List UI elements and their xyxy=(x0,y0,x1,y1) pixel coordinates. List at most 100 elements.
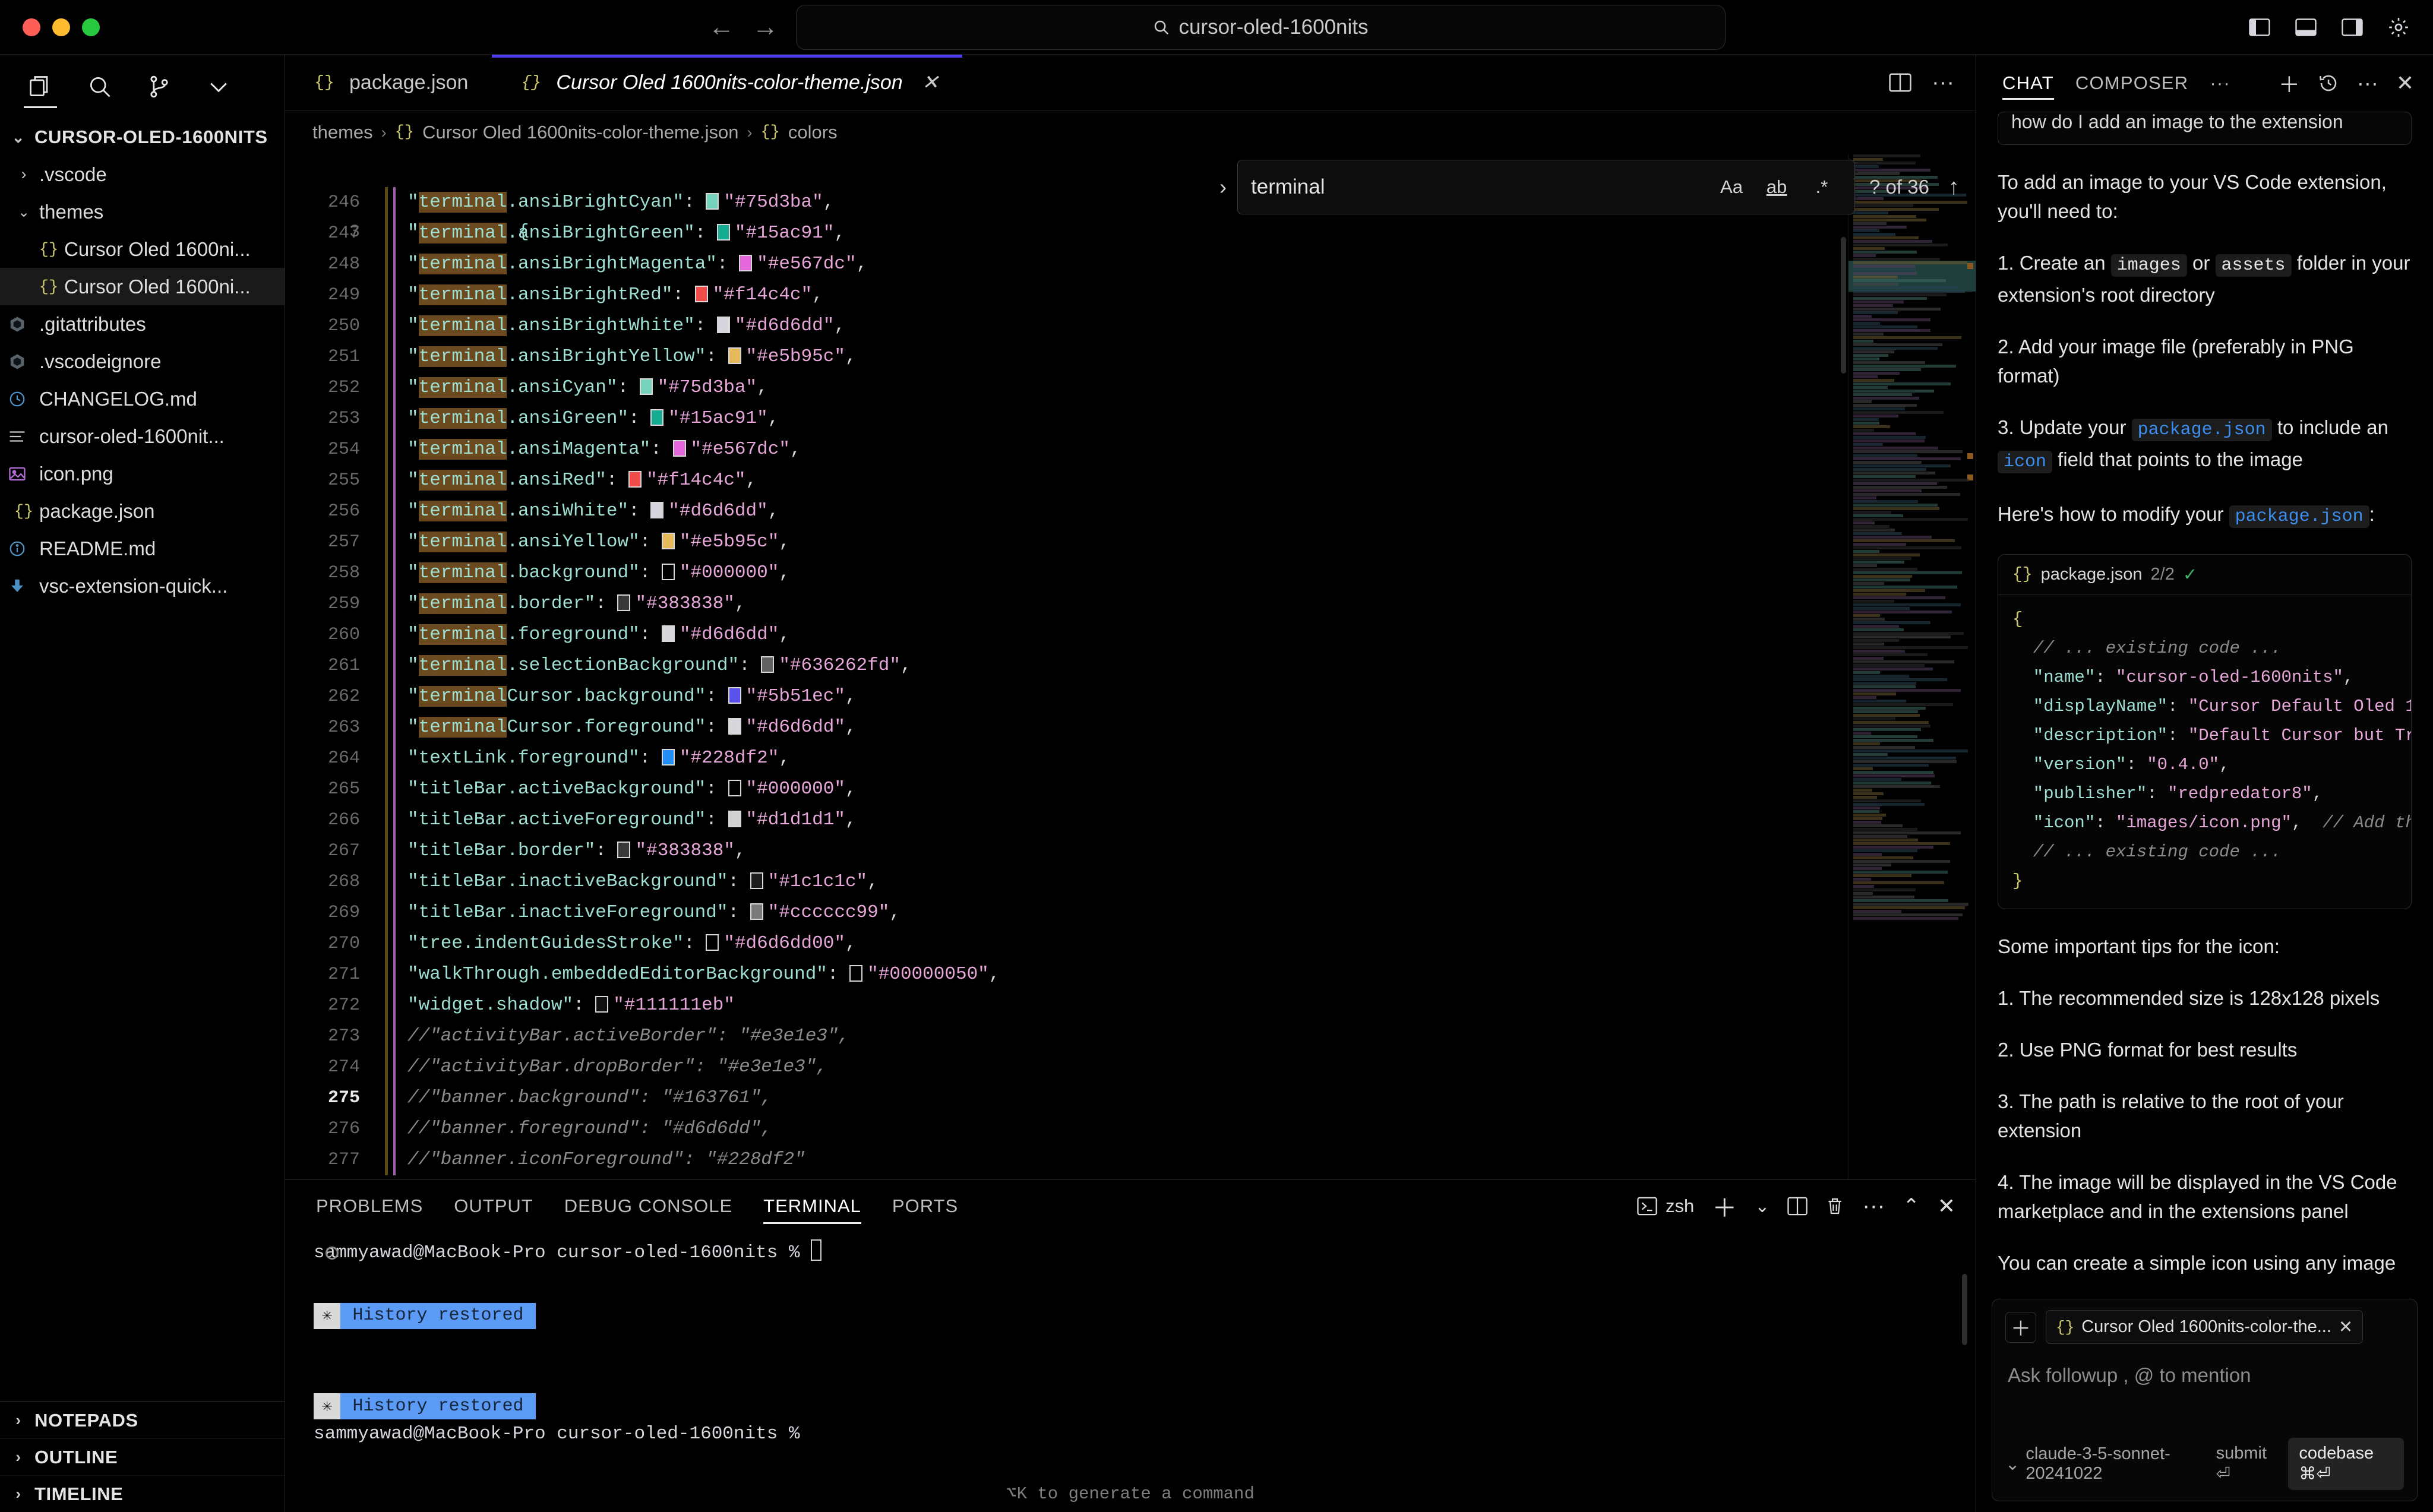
file-tree-item[interactable]: cursor-oled-1600nit... xyxy=(0,417,285,455)
file-tree-item[interactable]: {}Cursor Oled 1600ni... xyxy=(0,230,285,268)
new-chat-icon[interactable]: ＋ xyxy=(2279,68,2300,99)
quick-open-value: cursor-oled-1600nits xyxy=(1178,15,1368,39)
sidebar-item-search[interactable] xyxy=(70,57,129,116)
more-actions-icon[interactable]: ··· xyxy=(1932,77,1954,88)
tab-chat[interactable]: CHAT xyxy=(2002,55,2054,112)
close-icon[interactable]: ✕ xyxy=(2339,1317,2353,1337)
toggle-panel-icon[interactable] xyxy=(2292,15,2320,39)
breadcrumb-folder[interactable]: themes xyxy=(312,122,373,143)
file-tree-item[interactable]: CHANGELOG.md xyxy=(0,380,285,417)
navigate-forward-icon[interactable]: → xyxy=(752,14,779,40)
minimap-line xyxy=(1853,300,1904,303)
minimap[interactable] xyxy=(1848,154,1976,1179)
toggle-replace-icon[interactable]: › xyxy=(1209,175,1237,200)
code-line: 251"terminal.ansiBrightYellow": "#e5b95c… xyxy=(285,341,1976,372)
breadcrumb-symbol[interactable]: colors xyxy=(788,122,838,143)
minimap-line xyxy=(1853,863,1891,866)
editor-tab-color-theme-json[interactable]: {} Cursor Oled 1600nits-color-theme.json… xyxy=(492,55,962,110)
split-editor-icon[interactable] xyxy=(1889,72,1911,93)
more-actions-icon[interactable]: ··· xyxy=(1862,1201,1885,1212)
assistant-paragraph: To add an image to your VS Code extensio… xyxy=(1998,167,2412,226)
file-tree-item[interactable]: ⌄themes xyxy=(0,193,285,230)
file-tree[interactable]: ›.vscode⌄themes{}Cursor Oled 1600ni...{}… xyxy=(0,156,285,1401)
whole-word-icon[interactable]: ab xyxy=(1757,170,1796,204)
arrow-up-icon[interactable]: ↑ xyxy=(1948,175,1960,200)
explorer-root-header[interactable]: ⌄ CURSOR-OLED-1600NITS xyxy=(0,119,285,156)
file-tree-item[interactable]: README.md xyxy=(0,530,285,567)
regex-icon[interactable]: .* xyxy=(1802,170,1841,204)
tab-composer[interactable]: COMPOSER xyxy=(2075,55,2188,112)
more-actions-icon[interactable]: ··· xyxy=(2357,78,2378,88)
json-icon: {} xyxy=(8,501,39,521)
code-block[interactable]: {}package.json2/2✓{ // ... existing code… xyxy=(1998,554,2412,909)
file-tree-item[interactable]: .gitattributes xyxy=(0,305,285,343)
trash-icon[interactable] xyxy=(1825,1196,1844,1216)
settings-gear-icon[interactable] xyxy=(2384,15,2413,39)
color-swatch xyxy=(662,625,675,642)
chat-input-area[interactable]: ＋ {} Cursor Oled 1600nits-color-the... ✕… xyxy=(1992,1299,2418,1501)
tab-ports[interactable]: PORTS xyxy=(892,1180,958,1232)
submit-button[interactable]: submit ⏎ xyxy=(2216,1444,2276,1484)
close-icon[interactable]: ✕ xyxy=(922,71,939,94)
close-icon[interactable]: ✕ xyxy=(2396,71,2414,96)
model-selector[interactable]: ⌄ claude-3-5-sonnet-20241022 xyxy=(2005,1444,2216,1483)
minimap-line xyxy=(1853,290,1965,293)
tab-problems[interactable]: PROBLEMS xyxy=(316,1180,423,1232)
sidebar-item-outline[interactable]: › OUTLINE xyxy=(0,1438,285,1475)
chat-tabs-more-icon[interactable]: ··· xyxy=(2210,55,2230,112)
minimap-line xyxy=(1853,660,1954,663)
quick-open-bar[interactable]: cursor-oled-1600nits xyxy=(796,5,1726,50)
close-icon[interactable]: ✕ xyxy=(1938,1194,1955,1219)
history-icon[interactable] xyxy=(2318,72,2339,94)
sidebar-item-source-control[interactable] xyxy=(129,57,189,116)
minimap-line xyxy=(1853,739,1933,742)
chevron-down-icon[interactable]: ⌄ xyxy=(1755,1196,1770,1217)
editor-scrollbar[interactable] xyxy=(1841,237,1846,374)
code-line: 253"terminal.ansiGreen": "#15ac91", xyxy=(285,403,1976,434)
file-tree-item[interactable]: {}Cursor Oled 1600ni... xyxy=(0,268,285,305)
chevron-down-icon: ⌄ xyxy=(8,128,29,147)
terminal-scrollbar[interactable] xyxy=(1962,1274,1967,1345)
minimap-line xyxy=(1853,504,1938,507)
file-tree-item[interactable]: vsc-extension-quick... xyxy=(0,567,285,605)
toggle-primary-sidebar-icon[interactable] xyxy=(2245,15,2274,39)
chat-input-placeholder[interactable]: Ask followup , @ to mention xyxy=(2008,1364,2404,1387)
tab-terminal[interactable]: TERMINAL xyxy=(763,1180,861,1232)
breadcrumb[interactable]: themes › {} Cursor Oled 1600nits-color-t… xyxy=(285,111,1976,154)
code-line: 265"titleBar.activeBackground": "#000000… xyxy=(285,774,1976,805)
file-tree-item[interactable]: .vscodeignore xyxy=(0,343,285,380)
new-terminal-icon[interactable]: ＋ xyxy=(1712,1188,1737,1225)
sidebar-item-timeline[interactable]: › TIMELINE xyxy=(0,1475,285,1512)
file-tree-item[interactable]: icon.png xyxy=(0,455,285,492)
chat-messages[interactable]: how do I add an image to the extensionTo… xyxy=(1976,112,2433,1299)
line-number: 251 xyxy=(285,341,380,372)
toggle-secondary-sidebar-icon[interactable] xyxy=(2338,15,2366,39)
chevron-down-icon[interactable] xyxy=(189,57,248,116)
minimap-line xyxy=(1853,390,1934,393)
code-text: //"activityBar.activeBorder": "#e3e1e3", xyxy=(407,1021,849,1052)
find-input-box[interactable]: terminal Aa ab .* xyxy=(1237,160,1855,214)
breadcrumb-file[interactable]: Cursor Oled 1600nits-color-theme.json xyxy=(422,122,738,143)
plus-icon[interactable]: ＋ xyxy=(2005,1312,2036,1343)
navigate-back-icon[interactable]: ← xyxy=(708,14,735,40)
context-chip[interactable]: {} Cursor Oled 1600nits-color-the... ✕ xyxy=(2046,1310,2363,1344)
chevron-up-icon[interactable]: ⌃ xyxy=(1903,1194,1920,1218)
minimap-line xyxy=(1853,496,1876,499)
tab-debug-console[interactable]: DEBUG CONSOLE xyxy=(564,1180,732,1232)
tab-output[interactable]: OUTPUT xyxy=(454,1180,533,1232)
file-tree-item[interactable]: {}package.json xyxy=(0,492,285,530)
terminal-shell-indicator[interactable]: zsh xyxy=(1637,1195,1694,1217)
code-editor[interactable]: 3 "colors": { 246"terminal.ansiBrightCya… xyxy=(285,154,1976,1179)
file-tree-item[interactable]: ›.vscode xyxy=(0,156,285,193)
editor-tab-package-json[interactable]: {} package.json xyxy=(285,55,492,110)
codebase-button[interactable]: codebase ⌘⏎ xyxy=(2288,1438,2404,1490)
sidebar-item-explorer[interactable] xyxy=(11,57,70,116)
terminal-output[interactable]: sammyawad@MacBook-Pro cursor-oled-1600ni… xyxy=(285,1232,1976,1512)
split-terminal-icon[interactable] xyxy=(1787,1197,1808,1216)
find-widget[interactable]: › terminal Aa ab .* ? of 36 ↑ ↓ ☰ ✕ xyxy=(1209,160,1976,214)
find-input[interactable]: terminal xyxy=(1251,175,1706,199)
sidebar-item-notepads[interactable]: › NOTEPADS xyxy=(0,1402,285,1438)
file-tree-item-label: .gitattributes xyxy=(39,313,146,336)
minimap-line xyxy=(1853,258,1940,261)
match-case-icon[interactable]: Aa xyxy=(1712,170,1751,204)
